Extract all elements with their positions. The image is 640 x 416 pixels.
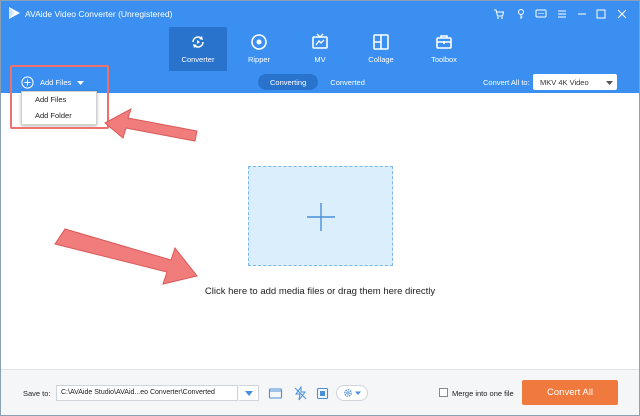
- tab-label: Collage: [368, 55, 394, 64]
- hardware-acceleration-button[interactable]: [291, 384, 309, 402]
- title-bar: AVAide Video Converter (Unregistered): [1, 1, 639, 27]
- convert-all-to-label: Convert All to:: [483, 78, 530, 87]
- ripper-disc-icon: [251, 34, 267, 50]
- merge-checkbox[interactable]: [439, 388, 448, 397]
- tab-toolbox[interactable]: Toolbox: [415, 27, 473, 71]
- converter-icon: [192, 36, 204, 48]
- tab-label: MV: [314, 55, 326, 64]
- format-value: MKV 4K Video: [540, 77, 589, 87]
- tab-collage[interactable]: Collage: [352, 27, 410, 71]
- toolbox-icon: [436, 35, 452, 49]
- save-path-field[interactable]: C:\AVAide Studio\AVAid...eo Converter\Co…: [56, 385, 238, 401]
- add-media-drop-zone[interactable]: [248, 166, 393, 266]
- save-path-dropdown[interactable]: [239, 385, 259, 401]
- feedback-icon[interactable]: [534, 7, 548, 21]
- menu-icon[interactable]: [555, 7, 569, 21]
- chevron-down-icon: [606, 81, 613, 85]
- tab-label: Toolbox: [431, 55, 457, 64]
- plus-icon: [307, 203, 335, 231]
- collage-grid-icon: [373, 34, 389, 50]
- maximize-icon[interactable]: [594, 7, 608, 21]
- open-folder-button[interactable]: [266, 384, 284, 402]
- tab-mv[interactable]: MV: [291, 27, 349, 71]
- cart-icon[interactable]: [492, 7, 506, 21]
- output-format-select[interactable]: MKV 4K Video: [533, 74, 617, 90]
- output-settings-button[interactable]: [336, 385, 368, 401]
- segment-converting[interactable]: Converting: [258, 74, 319, 90]
- folder-icon: [268, 387, 282, 399]
- save-to-label: Save to:: [23, 389, 51, 398]
- app-window: AVAide Video Converter (Unregistered) Co…: [0, 0, 640, 416]
- status-segment-control: Converting Converted: [258, 74, 377, 90]
- close-icon[interactable]: [615, 7, 629, 21]
- tab-converter[interactable]: Converter: [169, 27, 227, 71]
- highlight-box: [10, 65, 109, 129]
- gear-icon: [344, 389, 352, 397]
- mv-tv-icon: [312, 33, 328, 49]
- annotation-arrow: [104, 107, 198, 142]
- window-title: AVAide Video Converter (Unregistered): [25, 9, 173, 19]
- convert-all-button[interactable]: Convert All: [522, 380, 618, 405]
- chevron-down-icon: [355, 391, 361, 395]
- chevron-down-icon: [244, 391, 253, 396]
- gpu-acceleration-button[interactable]: [313, 384, 331, 402]
- tab-label: Converter: [181, 55, 215, 64]
- minimize-icon[interactable]: [575, 7, 589, 21]
- annotation-arrow: [54, 228, 198, 285]
- segment-converted[interactable]: Converted: [318, 74, 377, 90]
- app-logo-icon: [9, 7, 20, 19]
- key-icon[interactable]: [514, 7, 528, 21]
- lightning-off-icon: [294, 385, 306, 400]
- tab-ripper[interactable]: Ripper: [230, 27, 288, 71]
- tab-label: Ripper: [247, 55, 271, 64]
- gpu-chip-icon: [316, 387, 328, 399]
- merge-label[interactable]: Merge into one file: [452, 389, 514, 398]
- bottom-bar: Save to: C:\AVAide Studio\AVAid...eo Con…: [1, 369, 639, 415]
